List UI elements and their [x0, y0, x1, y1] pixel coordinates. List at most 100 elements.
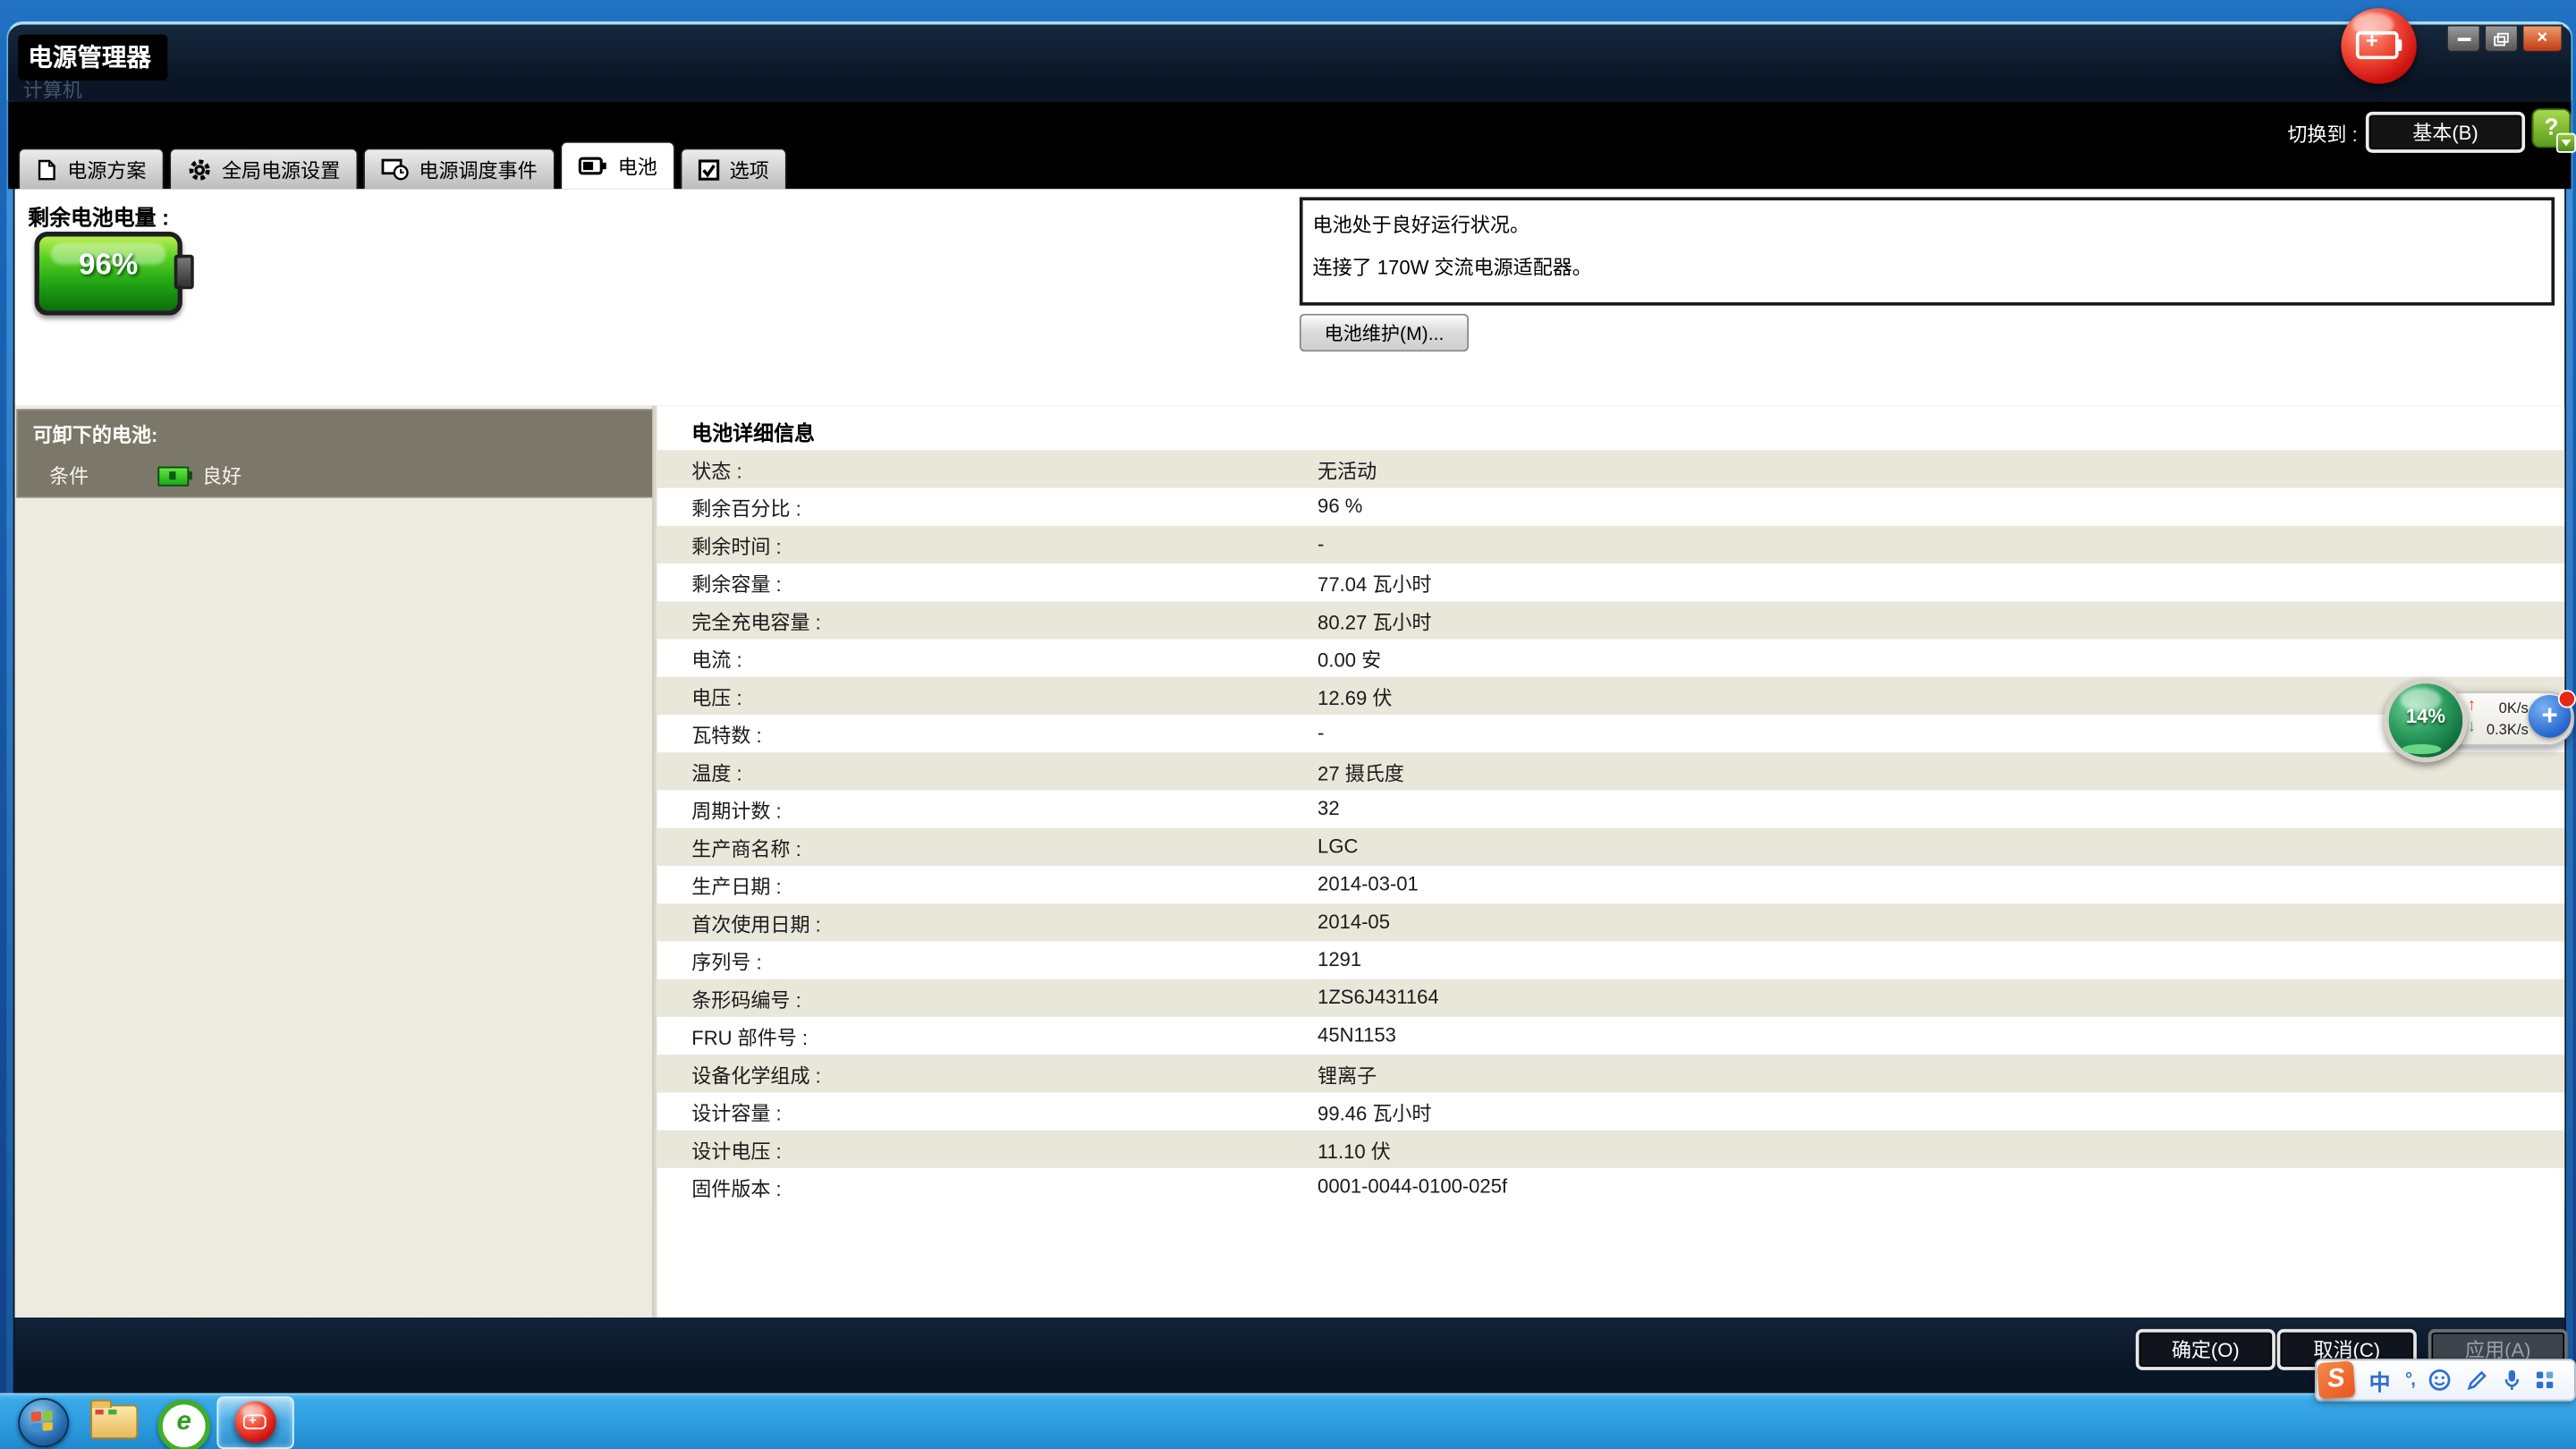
detail-value: 无活动 [1318, 457, 1377, 485]
table-row: 温度 :27 摄氏度 [657, 752, 2564, 790]
table-row: FRU 部件号 : 45N1153 [657, 1017, 2564, 1055]
chinese-mode-icon[interactable]: 中 [2369, 1364, 2391, 1395]
tab-label: 电源调度事件 [419, 156, 537, 183]
switch-basic-button[interactable]: 基本(B) [2366, 112, 2525, 153]
battery-status-box: 电池处于良好运行状况。 连接了 170W 交流电源适配器。 [1300, 197, 2555, 305]
detail-label: 状态 : [691, 457, 741, 485]
detail-value: LGC [1318, 835, 1358, 858]
minimize-button[interactable] [2446, 25, 2481, 53]
detail-label: 完全充电容量 : [691, 608, 820, 636]
titlebar[interactable]: 电源管理器 计算机 + × [8, 25, 2571, 102]
gear-icon [187, 157, 212, 182]
battery-gauge-large: 96% [35, 232, 182, 316]
remaining-charge-label: 剩余电池电量 : [28, 200, 169, 232]
condition-row: 条件 良好 [49, 462, 242, 489]
table-row: 剩余时间 :- [657, 526, 2564, 564]
detail-label: 首次使用日期 : [691, 911, 820, 938]
browser-icon[interactable]: e [157, 1400, 210, 1449]
detail-value: - [1318, 721, 1324, 744]
tab-battery[interactable]: 电池 [560, 141, 675, 189]
detail-value: 27 摄氏度 [1318, 759, 1404, 787]
tab-power-schedule-events[interactable]: 电源调度事件 [363, 148, 555, 189]
checkbox-icon [699, 158, 720, 180]
detail-value: 45N1153 [1318, 1023, 1396, 1046]
voice-icon[interactable] [2503, 1368, 2522, 1392]
plus-icon: + [2366, 28, 2378, 53]
table-row: 状态 : 无活动 [657, 450, 2564, 487]
detail-label: 生产商名称 : [691, 835, 801, 862]
detail-label: 条形码编号 : [691, 986, 801, 1013]
detail-label: 设备化学组成 : [691, 1062, 820, 1089]
ok-button[interactable]: 确定(O) [2136, 1329, 2275, 1370]
detail-value: 12.69 伏 [1318, 683, 1392, 711]
detail-value: 1ZS6J431164 [1318, 986, 1439, 1009]
page-title: 电源管理器 [18, 35, 167, 80]
restore-button[interactable] [2484, 25, 2519, 53]
help-button[interactable]: ? [2531, 108, 2571, 148]
table-row: 条形码编号 : 1ZS6J431164 [657, 979, 2564, 1017]
detail-value: 80.27 瓦小时 [1318, 608, 1431, 636]
close-button[interactable]: × [2521, 25, 2563, 53]
windows-flag-icon [31, 1411, 55, 1434]
battery-overview-section: 剩余电池电量 : 96% 电池处于良好运行状况。 连接了 170W 交流电源适配… [15, 189, 2565, 405]
detail-label: 电流 : [691, 646, 741, 674]
document-icon [36, 158, 57, 180]
detail-label: 剩余容量 : [691, 570, 781, 597]
table-row: 剩余容量 :77.04 瓦小时 [657, 564, 2564, 601]
explorer-icon[interactable] [90, 1404, 138, 1439]
tab-global-power-settings[interactable]: 全局电源设置 [169, 148, 358, 189]
ime-toolbar[interactable]: S 中 °, [2315, 1359, 2576, 1402]
table-row: 瓦特数 : - [657, 715, 2564, 752]
detail-value: 32 [1318, 797, 1340, 820]
details-table: 状态 : 无活动剩余百分比 :96 %剩余时间 :-剩余容量 :77.04 瓦小时… [657, 450, 2564, 1206]
memory-percent-ball[interactable]: 14% [2384, 679, 2468, 763]
removable-battery-header: 可卸下的电池: [33, 420, 158, 448]
battery-maintenance-button[interactable]: 电池维护(M)... [1300, 314, 1469, 352]
table-row: 序列号 :1291 [657, 941, 2564, 979]
desktop-background: 电源管理器 计算机 + × 切换到 : 基本(B) ? [0, 0, 2576, 1449]
restore-icon [2494, 32, 2509, 46]
schedule-icon [381, 157, 409, 181]
table-row: 生产日期 :2014-03-01 [657, 866, 2564, 903]
upload-arrow-icon: ↑ [2468, 697, 2476, 715]
detail-value: - [1318, 532, 1324, 555]
battery-terminal [174, 255, 194, 290]
tab-label: 电源方案 [67, 156, 146, 183]
dialog-footer: 确定(O) 取消(C) 应用(A) [15, 1318, 2565, 1396]
table-row: 周期计数 :32 [657, 790, 2564, 827]
detail-label: 固件版本 : [691, 1174, 781, 1202]
handwriting-icon[interactable] [2467, 1369, 2488, 1391]
switch-to-label: 切换到 : [2287, 120, 2357, 148]
sogou-logo-icon[interactable]: S [2317, 1360, 2355, 1399]
taskbar-item-power-manager[interactable]: + [216, 1396, 293, 1449]
tab-power-plans[interactable]: 电源方案 [18, 148, 164, 189]
power-manager-window: 电源管理器 计算机 + × 切换到 : 基本(B) ? [6, 21, 2572, 1398]
condition-value: 良好 [202, 462, 242, 489]
detail-label: FRU 部件号 : [691, 1023, 808, 1051]
tab-bar: 电源方案 全局电源设置 电源调度事件 电池 [18, 141, 792, 189]
window-left-border [6, 100, 13, 1396]
emoji-icon[interactable] [2429, 1368, 2453, 1392]
detail-value: 11.10 伏 [1318, 1137, 1391, 1165]
removable-battery-item[interactable]: 可卸下的电池: 条件 良好 [16, 409, 654, 497]
tab-options[interactable]: 选项 [681, 148, 787, 189]
punctuation-icon[interactable]: °, [2405, 1370, 2414, 1390]
battery-panels: 可卸下的电池: 条件 良好 电池详细信息 状态 :无活动剩余百分比 :96 %剩… [15, 406, 2565, 1318]
net-speed-widget[interactable]: 14% ↑ 0K/s ↓ 0.3K/s + [2380, 675, 2576, 758]
tab-label: 选项 [730, 156, 769, 183]
detail-label: 设计电压 : [691, 1137, 781, 1165]
detail-value: 2014-03-01 [1318, 872, 1419, 895]
plus-icon: + [249, 1412, 257, 1428]
menu-grid-icon[interactable] [2538, 1371, 2555, 1389]
table-row: 设计容量 :99.46 瓦小时 [657, 1092, 2564, 1130]
detail-value: 0.00 安 [1318, 646, 1381, 674]
start-button[interactable] [18, 1398, 69, 1447]
table-row: 剩余百分比 :96 % [657, 488, 2564, 526]
detail-label: 瓦特数 : [691, 721, 761, 749]
window-controls: × [2446, 25, 2563, 51]
table-row: 生产商名称 : LGC [657, 828, 2564, 866]
detail-label: 设计容量 : [691, 1099, 781, 1127]
detail-value: 1291 [1318, 948, 1361, 971]
download-speed: 0.3K/s [2476, 721, 2529, 737]
power-manager-task-icon: + [235, 1402, 276, 1443]
